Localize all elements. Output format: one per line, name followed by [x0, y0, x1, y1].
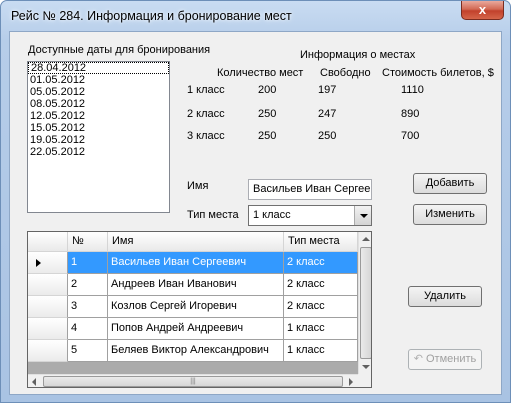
class-label: 3 класс — [187, 130, 225, 142]
cell-num[interactable]: 2 — [68, 274, 108, 296]
table-row[interactable]: 5 Беляев Виктор Александрович 1 класс — [28, 340, 358, 362]
cell-name[interactable]: Васильев Иван Сергеевич — [108, 252, 284, 274]
grid-horizontal-scrollbar[interactable]: ||| — [28, 374, 358, 387]
grid-header: № Имя Тип места — [28, 232, 358, 252]
row-header[interactable] — [28, 318, 68, 340]
date-item[interactable]: 05.05.2012 — [28, 86, 169, 98]
dates-label: Доступные даты для бронирования — [28, 44, 211, 56]
table-row[interactable]: 3 Козлов Сергей Игоревич 2 класс — [28, 296, 358, 318]
class-label: 2 класс — [187, 108, 225, 120]
header-free: Свободно — [320, 67, 371, 79]
scrollbar-corner — [358, 374, 371, 387]
edit-button[interactable]: Изменить — [413, 204, 487, 225]
name-label: Имя — [187, 180, 209, 192]
scroll-right-icon[interactable] — [344, 375, 358, 387]
free-seats-value: 250 — [318, 130, 337, 142]
class-label: 1 класс — [187, 84, 225, 96]
row-header[interactable] — [28, 252, 68, 274]
date-item[interactable]: 12.05.2012 — [28, 110, 169, 122]
app-window: Рейс № 284. Информация и бронирование ме… — [0, 0, 511, 403]
header-seat-count: Количество мест — [217, 67, 304, 79]
close-button[interactable]: x — [461, 1, 504, 20]
date-item[interactable]: 15.05.2012 — [28, 122, 169, 134]
window-title: Рейс № 284. Информация и бронирование ме… — [11, 9, 292, 23]
cell-name[interactable]: Попов Андрей Андреевич — [108, 318, 284, 340]
price-value: 700 — [401, 130, 420, 142]
seat-count-value: 200 — [258, 84, 277, 96]
table-row[interactable]: 1 Васильев Иван Сергеевич 2 класс — [28, 252, 358, 274]
free-seats-value: 247 — [318, 108, 337, 120]
cell-num[interactable]: 5 — [68, 340, 108, 362]
seats-info-title: Информация о местах — [300, 49, 416, 61]
scroll-thumb[interactable] — [360, 247, 371, 359]
seat-count-value: 250 — [258, 108, 277, 120]
row-header[interactable] — [28, 274, 68, 296]
chevron-down-icon[interactable] — [354, 206, 371, 225]
client-area: Доступные даты для бронирования 28.04.20… — [9, 31, 502, 395]
undo-label: Отменить — [425, 353, 477, 365]
date-item[interactable]: 28.04.2012 — [28, 62, 169, 74]
undo-button[interactable]: ↶ Отменить — [408, 349, 482, 370]
date-item[interactable]: 08.05.2012 — [28, 98, 169, 110]
date-item[interactable]: 19.05.2012 — [28, 134, 169, 146]
cell-type[interactable]: 2 класс — [284, 252, 358, 274]
header-price: Стоимость билетов, $ — [382, 67, 494, 79]
scroll-thumb-horizontal[interactable]: ||| — [43, 376, 343, 387]
title-bar[interactable]: Рейс № 284. Информация и бронирование ме… — [1, 1, 510, 31]
dates-listbox[interactable]: 28.04.2012 01.05.2012 05.05.2012 08.05.2… — [27, 61, 170, 213]
cell-name[interactable]: Беляев Виктор Александрович — [108, 340, 284, 362]
cell-type[interactable]: 1 класс — [284, 318, 358, 340]
price-value: 890 — [401, 108, 420, 120]
cell-name[interactable]: Козлов Сергей Игоревич — [108, 296, 284, 318]
seat-type-select[interactable]: 1 класс — [248, 205, 372, 226]
current-row-arrow-icon — [36, 259, 41, 267]
cell-type[interactable]: 2 класс — [284, 274, 358, 296]
seat-type-label: Тип места — [187, 209, 239, 221]
delete-button[interactable]: Удалить — [408, 286, 482, 307]
row-header[interactable] — [28, 340, 68, 362]
table-row[interactable]: 4 Попов Андрей Андреевич 1 класс — [28, 318, 358, 340]
scroll-up-icon[interactable] — [359, 232, 371, 246]
row-header[interactable] — [28, 296, 68, 318]
close-icon: x — [478, 2, 487, 17]
cell-type[interactable]: 2 класс — [284, 296, 358, 318]
scroll-left-icon[interactable] — [28, 375, 42, 387]
scroll-down-icon[interactable] — [359, 360, 371, 374]
add-button[interactable]: Добавить — [413, 173, 487, 194]
cell-name[interactable]: Андреев Иван Иванович — [108, 274, 284, 296]
seat-type-value: 1 класс — [253, 209, 291, 221]
date-item[interactable]: 22.05.2012 — [28, 146, 169, 158]
cell-num[interactable]: 4 — [68, 318, 108, 340]
table-row[interactable]: 2 Андреев Иван Иванович 2 класс — [28, 274, 358, 296]
cell-num[interactable]: 1 — [68, 252, 108, 274]
price-value: 1110 — [401, 84, 424, 96]
undo-icon: ↶ — [413, 353, 423, 365]
column-header-num[interactable]: № — [68, 232, 108, 252]
cell-num[interactable]: 3 — [68, 296, 108, 318]
seat-count-value: 250 — [258, 130, 277, 142]
passengers-grid[interactable]: № Имя Тип места 1 Васильев Иван Сергееви… — [27, 231, 372, 388]
column-header-name[interactable]: Имя — [108, 232, 284, 252]
grid-vertical-scrollbar[interactable] — [358, 232, 371, 374]
cell-type[interactable]: 1 класс — [284, 340, 358, 362]
date-item[interactable]: 01.05.2012 — [28, 74, 169, 86]
column-header-type[interactable]: Тип места — [284, 232, 358, 252]
grid-corner-header — [28, 232, 68, 252]
name-input[interactable]: Васильев Иван Сергеевич — [248, 179, 372, 200]
free-seats-value: 197 — [318, 84, 337, 96]
